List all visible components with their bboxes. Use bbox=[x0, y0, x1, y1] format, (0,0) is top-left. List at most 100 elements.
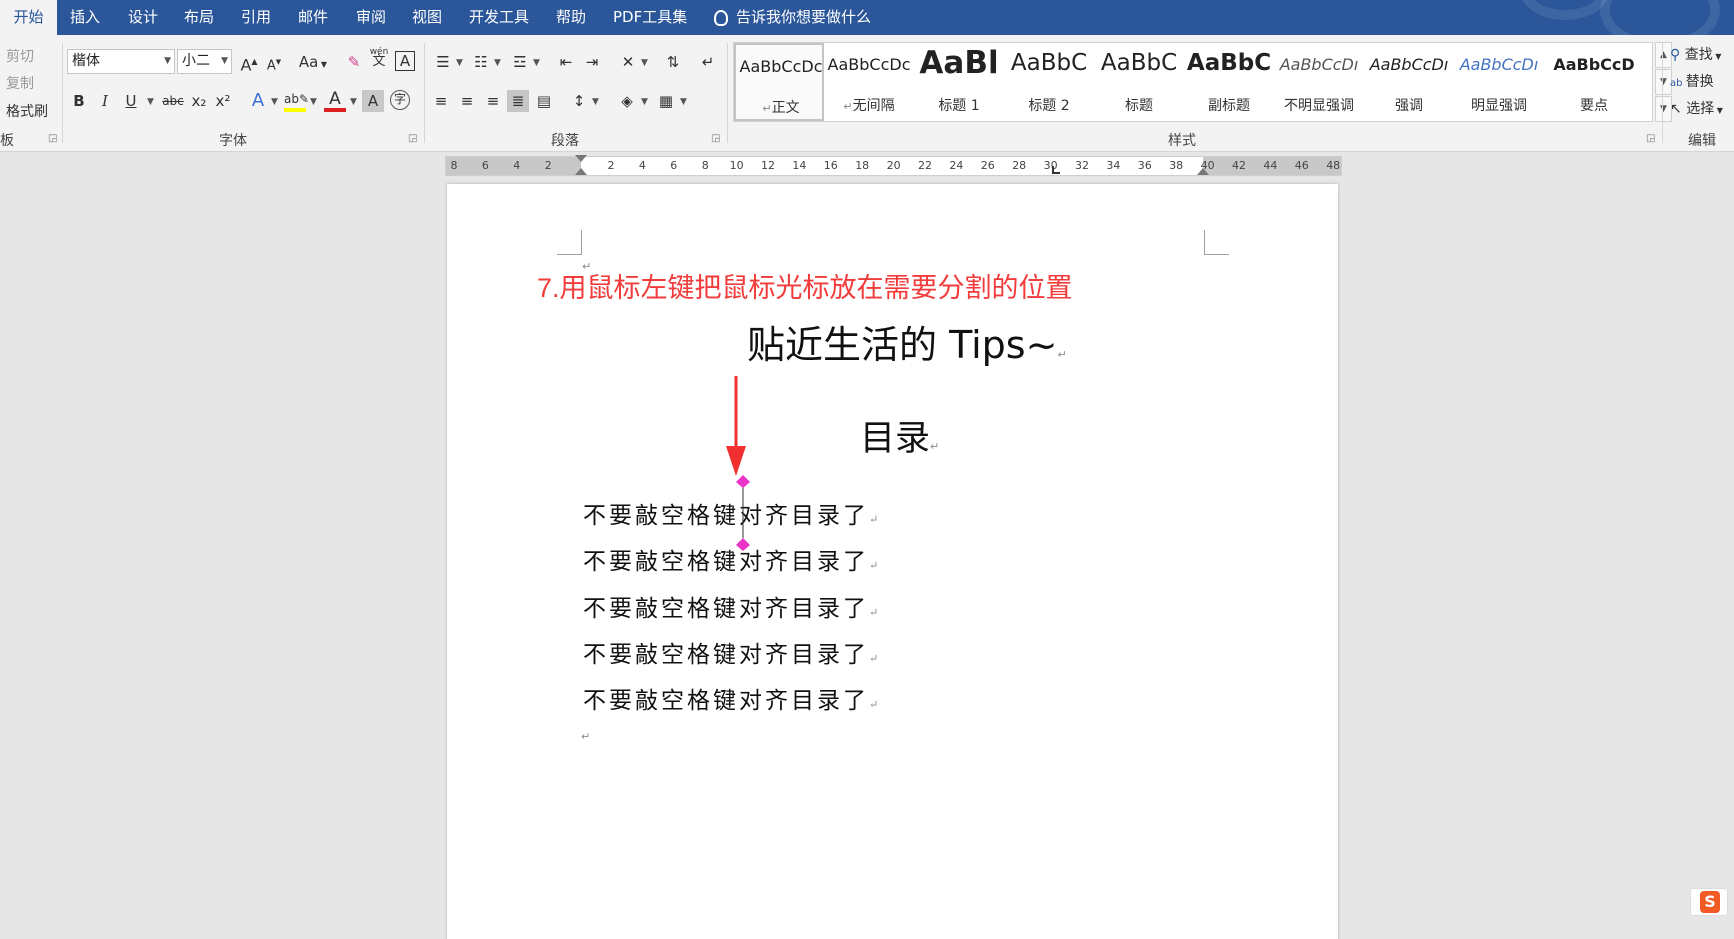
asian-layout-icon[interactable]: ✕ bbox=[617, 51, 639, 73]
format-painter-button[interactable]: 格式刷 bbox=[6, 101, 48, 121]
paragraph-launcher-icon[interactable]: ◲ bbox=[711, 133, 720, 144]
borders-icon[interactable]: ▦ bbox=[655, 90, 677, 112]
style-subtle-emphasis[interactable]: AaBbCcDı 不明显强调 bbox=[1274, 43, 1364, 121]
style-heading-2[interactable]: AaBbC 标题 2 bbox=[1004, 43, 1094, 121]
clear-formatting-icon[interactable]: ✎ bbox=[343, 51, 365, 73]
align-right-icon[interactable]: ≡ bbox=[482, 90, 504, 112]
character-shading-button[interactable]: A bbox=[362, 90, 384, 112]
tab-review[interactable]: 审阅 bbox=[356, 0, 386, 35]
cut-button[interactable]: 剪切 bbox=[6, 46, 34, 66]
text-effects-icon[interactable]: A bbox=[247, 90, 269, 112]
style-name: 明显强调 bbox=[1471, 98, 1527, 114]
font-launcher-icon[interactable]: ◲ bbox=[408, 133, 417, 144]
chevron-down-icon[interactable]: ▼ bbox=[310, 97, 317, 107]
style-intense-emphasis[interactable]: AaBbCcDı 明显强调 bbox=[1454, 43, 1544, 121]
distributed-icon[interactable]: ▤ bbox=[533, 90, 555, 112]
chevron-down-icon[interactable]: ▼ bbox=[271, 97, 278, 107]
paragraph-group-label: 段落 bbox=[551, 133, 579, 149]
style-normal[interactable]: AaBbCcDc ↵正文 bbox=[734, 43, 824, 121]
select-button[interactable]: ↖ 选择 ▼ bbox=[1670, 98, 1723, 118]
chevron-down-icon[interactable]: ▼ bbox=[641, 97, 648, 107]
chevron-down-icon[interactable]: ▼ bbox=[494, 58, 501, 68]
font-color-button[interactable]: A bbox=[324, 88, 346, 112]
highlight-button[interactable]: ab✎ bbox=[284, 88, 309, 112]
subscript-button[interactable]: x₂ bbox=[188, 90, 210, 112]
tab-pdf-tools[interactable]: PDF工具集 bbox=[613, 0, 687, 35]
find-button[interactable]: ⚲ 查找 ▼ bbox=[1670, 44, 1721, 64]
italic-button[interactable]: I bbox=[94, 90, 116, 112]
character-border-button[interactable]: A bbox=[395, 51, 415, 71]
ruler-tick-label: 42 bbox=[1232, 159, 1246, 172]
decrease-indent-icon[interactable]: ⇤ bbox=[555, 51, 577, 73]
right-indent-marker[interactable] bbox=[1197, 168, 1209, 175]
bullets-icon[interactable]: ☰ bbox=[432, 51, 454, 73]
tab-view[interactable]: 视图 bbox=[412, 0, 442, 35]
font-family-value: 楷体 bbox=[72, 53, 100, 69]
selection-handle-bottom[interactable] bbox=[736, 538, 750, 551]
grow-font-button[interactable]: A▲ bbox=[238, 51, 260, 74]
copy-button[interactable]: 复制 bbox=[6, 73, 34, 93]
replace-button[interactable]: ab 替换 bbox=[1670, 71, 1714, 91]
chevron-down-icon[interactable]: ▼ bbox=[680, 97, 687, 107]
ruler-tick-label: 44 bbox=[1263, 159, 1278, 172]
multilevel-list-icon[interactable]: ☲ bbox=[509, 51, 531, 73]
document-page[interactable]: ↵ 7.用鼠标左键把鼠标光标放在需要分割的位置 贴近生活的 Tips~↵ 目录↵… bbox=[447, 184, 1338, 939]
hanging-indent-marker[interactable] bbox=[575, 168, 587, 175]
chevron-down-icon[interactable]: ▼ bbox=[592, 97, 599, 107]
font-size-select[interactable]: 小二 ▼ bbox=[177, 49, 232, 74]
tell-me-box[interactable]: 告诉我你想要做什么 bbox=[714, 0, 871, 35]
enclose-characters-button[interactable]: 字 bbox=[390, 90, 410, 110]
style-name: 强调 bbox=[1395, 98, 1423, 114]
tab-design[interactable]: 设计 bbox=[128, 0, 158, 35]
ribbon-tab-bar: 开始 插入 设计 布局 引用 邮件 审阅 视图 开发工具 帮助 PDF工具集 告… bbox=[0, 0, 1734, 35]
tab-mailings[interactable]: 邮件 bbox=[298, 0, 328, 35]
first-line-indent-marker[interactable] bbox=[575, 155, 587, 162]
font-family-select[interactable]: 楷体 ▼ bbox=[67, 49, 175, 74]
chevron-down-icon[interactable]: ▼ bbox=[533, 58, 540, 68]
bold-button[interactable]: B bbox=[68, 90, 90, 112]
decorative-shape bbox=[1520, 0, 1610, 20]
style-no-spacing[interactable]: AaBbCcDc ↵无间隔 bbox=[824, 43, 914, 121]
chevron-down-icon[interactable]: ▼ bbox=[147, 97, 154, 107]
ruler-tick-label: 26 bbox=[980, 159, 995, 172]
tab-help[interactable]: 帮助 bbox=[556, 0, 586, 35]
chevron-down-icon[interactable]: ▼ bbox=[350, 97, 357, 107]
change-case-button[interactable]: Aa ▼ bbox=[296, 51, 330, 73]
sort-icon[interactable]: ⇅ bbox=[662, 51, 684, 73]
horizontal-ruler[interactable]: 8 6 4 2 2 4 6 8 10 12 14 16 18 20 22 24 26 28 30 32 34 36 38 40… bbox=[445, 155, 1342, 176]
tab-home[interactable]: 开始 bbox=[0, 0, 57, 35]
tab-layout[interactable]: 布局 bbox=[184, 0, 214, 35]
ime-indicator[interactable]: S bbox=[1690, 888, 1728, 916]
underline-button[interactable]: U bbox=[120, 90, 142, 112]
replace-icon: ab bbox=[1670, 78, 1686, 89]
style-title[interactable]: AaBbC 标题 bbox=[1094, 43, 1184, 121]
strikethrough-button[interactable]: abc bbox=[160, 90, 186, 112]
numbering-icon[interactable]: ☷ bbox=[470, 51, 492, 73]
tab-stop-marker[interactable] bbox=[1052, 166, 1060, 174]
ruler-tick-label: 16 bbox=[823, 159, 838, 172]
tab-developer[interactable]: 开发工具 bbox=[469, 0, 529, 35]
ruler-tick-label: 12 bbox=[761, 159, 775, 172]
shading-icon[interactable]: ◈ bbox=[616, 90, 638, 112]
style-emphasis[interactable]: AaBbCcDı 强调 bbox=[1364, 43, 1454, 121]
superscript-button[interactable]: x² bbox=[212, 90, 234, 112]
styles-launcher-icon[interactable]: ◲ bbox=[1646, 133, 1655, 144]
chevron-down-icon[interactable]: ▼ bbox=[456, 58, 463, 68]
selection-handle-top[interactable] bbox=[736, 475, 750, 488]
style-subtitle[interactable]: AaBbC 副标题 bbox=[1184, 43, 1274, 121]
style-name: 不明显强调 bbox=[1284, 98, 1354, 114]
tab-references[interactable]: 引用 bbox=[241, 0, 271, 35]
justify-icon[interactable]: ≣ bbox=[507, 90, 529, 112]
style-strong[interactable]: AaBbCcD 要点 bbox=[1544, 43, 1652, 121]
line-spacing-icon[interactable]: ↕ bbox=[568, 90, 590, 112]
clipboard-launcher-icon[interactable]: ◲ bbox=[48, 133, 57, 144]
increase-indent-icon[interactable]: ⇥ bbox=[581, 51, 603, 73]
phonetic-guide-button[interactable]: wén 文 bbox=[368, 47, 390, 69]
style-heading-1[interactable]: AaBl 标题 1 bbox=[914, 43, 1004, 121]
show-marks-icon[interactable]: ↵ bbox=[697, 51, 719, 73]
shrink-font-button[interactable]: A▼ bbox=[263, 51, 285, 73]
chevron-down-icon[interactable]: ▼ bbox=[641, 58, 648, 68]
tab-insert[interactable]: 插入 bbox=[70, 0, 100, 35]
align-left-icon[interactable]: ≡ bbox=[430, 90, 452, 112]
align-center-icon[interactable]: ≡ bbox=[456, 90, 478, 112]
